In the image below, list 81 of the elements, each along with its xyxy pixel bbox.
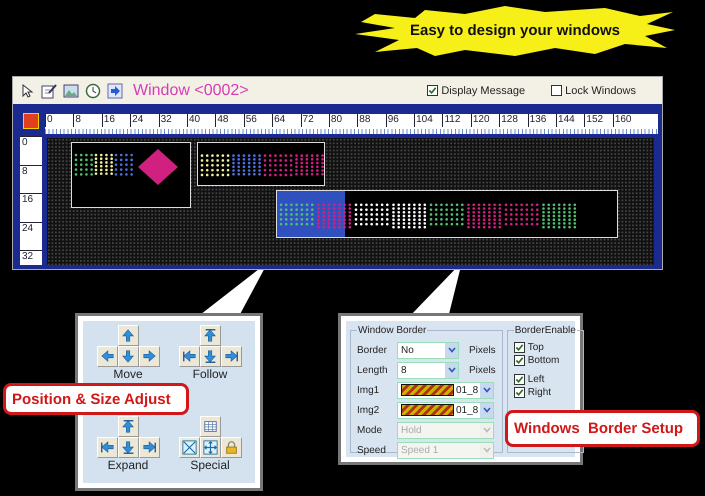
callout-label: Position & Size Adjust	[3, 383, 189, 415]
unit-label: Pixels	[469, 344, 496, 356]
field-label: Img2	[357, 404, 380, 416]
callout-label: Windows Border Setup	[505, 410, 700, 447]
group-label: Expand	[108, 458, 148, 473]
chevron-down-icon	[482, 427, 490, 433]
clock-icon[interactable]	[85, 82, 101, 98]
checkbox[interactable]	[514, 374, 525, 385]
field-label: Border	[357, 344, 388, 356]
chevron-down-icon	[482, 387, 491, 393]
dropdown[interactable]: 8	[397, 362, 459, 378]
shrink-button[interactable]	[178, 437, 200, 458]
move-left-button[interactable]	[96, 346, 118, 367]
move-all-button[interactable]	[200, 437, 220, 458]
cross-arrows-icon	[182, 440, 196, 455]
field-label: Length	[357, 364, 389, 376]
follow-top-button[interactable]	[200, 325, 220, 346]
field-label: Mode	[357, 424, 384, 436]
arrow-icon	[202, 349, 218, 364]
chevron-down-icon	[448, 347, 456, 353]
arrow-icon	[142, 440, 156, 455]
expand-right-button[interactable]	[138, 437, 160, 458]
chevron-down-icon	[482, 447, 490, 453]
follow-left-button[interactable]	[178, 346, 200, 367]
arrow-icon	[224, 349, 238, 364]
grid-button[interactable]	[200, 416, 220, 437]
image-dropdown[interactable]: 01_8	[397, 402, 494, 418]
checkbox[interactable]	[514, 387, 525, 398]
border-pattern-swatch	[401, 384, 454, 396]
checkbox-label: Top	[528, 342, 544, 353]
arrow-icon	[202, 328, 218, 343]
arrow-icon	[182, 349, 196, 364]
field-label: Img1	[357, 384, 380, 396]
border-pattern-swatch	[401, 404, 454, 416]
lock-button[interactable]	[220, 437, 242, 458]
image-dropdown[interactable]: 01_8	[397, 382, 494, 398]
edit-icon[interactable]	[41, 82, 57, 98]
move-down-button[interactable]	[118, 346, 138, 367]
chevron-down-icon	[448, 367, 456, 373]
checkbox[interactable]	[514, 342, 525, 353]
corner-icon	[23, 113, 39, 129]
arrow-icon	[100, 440, 114, 455]
field-label: Speed	[357, 444, 387, 456]
picture-icon[interactable]	[63, 82, 79, 98]
checkbox[interactable]	[514, 355, 525, 366]
move-right-button[interactable]	[138, 346, 160, 367]
horizontal-ruler: 0 8 16 24 32 40 48 56 64 72 80 88 96 104 112 120 128 136 144 152 160	[45, 114, 658, 134]
checkbox[interactable]	[427, 85, 438, 96]
group-title: BorderEnable	[514, 325, 577, 336]
window-label: Window <0002>	[133, 82, 249, 100]
grid-icon	[202, 419, 218, 434]
checkbox[interactable]	[551, 85, 562, 96]
expand-up-button[interactable]	[118, 416, 138, 437]
follow-bottom-button[interactable]	[200, 346, 220, 367]
arrow-icon	[142, 349, 156, 364]
group-label: Follow	[192, 367, 228, 382]
group-label: Special	[190, 458, 230, 473]
follow-right-button[interactable]	[220, 346, 242, 367]
checkbox-label: Right	[528, 387, 552, 398]
group-label: Move	[113, 367, 143, 382]
chevron-down-icon	[482, 407, 491, 413]
expand-left-button[interactable]	[96, 437, 118, 458]
arrow-icon	[120, 440, 136, 455]
arrow-box-icon[interactable]	[107, 82, 123, 98]
arrow-icon	[120, 419, 136, 434]
checkbox-label: Lock Windows	[565, 84, 636, 96]
unit-label: Pixels	[469, 364, 496, 376]
four-way-arrow-icon	[202, 440, 218, 455]
expand-down-button[interactable]	[118, 437, 138, 458]
move-up-button[interactable]	[118, 325, 138, 346]
checkbox-label: Display Message	[441, 84, 526, 96]
banner-text: Easy to design your windows	[410, 22, 620, 38]
arrow-icon	[120, 328, 136, 343]
dropdown[interactable]: No	[397, 342, 459, 358]
group-title: Window Border	[357, 325, 428, 336]
arrow-icon	[100, 349, 114, 364]
arrow-icon	[120, 349, 136, 364]
checkbox-label: Left	[528, 374, 544, 385]
checkbox-label: Bottom	[528, 355, 560, 366]
lock-icon	[224, 440, 238, 455]
vertical-ruler: 0 8 16 24 32	[20, 136, 42, 265]
